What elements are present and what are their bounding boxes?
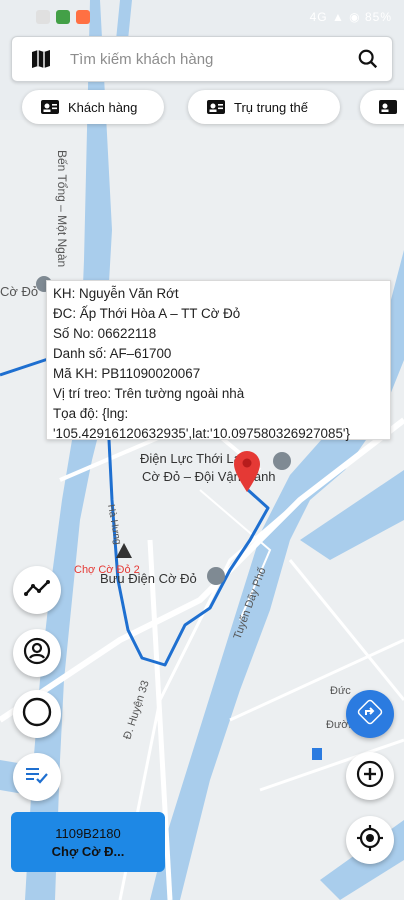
search-icon[interactable] <box>344 37 392 81</box>
poi-marker-icon <box>273 452 291 470</box>
map-view[interactable]: Bến Tổng – Một Ngàn Cờ Đỏ Điện Lực Thới … <box>0 0 404 900</box>
popup-meter-number: Số No: 06622118 <box>53 326 157 341</box>
status-bar: 4G ▲ ◉ 85% <box>0 0 404 34</box>
chip-tru-trung-the[interactable]: Trụ trung thế <box>188 90 340 124</box>
contact-card-icon <box>40 99 60 115</box>
search-bar <box>11 36 393 82</box>
popup-mount-location: Vị trí treo: Trên tường ngoài nhà <box>53 386 245 401</box>
station-code: 1109B2180 <box>55 825 121 841</box>
map-label-ben-tong: Bến Tổng – Một Ngàn <box>55 150 69 267</box>
customer-info-popup[interactable]: KH: Nguyễn Văn Rớt ĐC: Ấp Thới Hòa A – T… <box>46 280 391 441</box>
crosshair-icon <box>355 823 385 858</box>
poi-square-icon <box>312 748 322 760</box>
map-label-dien-luc: Điện Lực Thới Lai <box>140 451 244 466</box>
plus-circle-icon <box>356 760 384 793</box>
map-label-co-do: Cờ Đỏ <box>0 284 38 299</box>
add-button[interactable] <box>346 752 394 800</box>
directions-button[interactable] <box>346 690 394 738</box>
map-label-buu-dien: Bưu Điện Cờ Đỏ <box>100 571 197 586</box>
poi-marker-icon <box>207 567 225 585</box>
contact-card-icon <box>378 99 398 115</box>
app-notification-icon <box>76 10 90 24</box>
polyline-icon <box>24 578 50 603</box>
checklist-icon <box>25 765 49 790</box>
my-location-button[interactable] <box>346 816 394 864</box>
chip-more[interactable] <box>360 90 404 124</box>
popup-address: ĐC: Ấp Thới Hòa A – TT Cờ Đỏ <box>53 306 241 321</box>
route-button[interactable] <box>13 566 61 614</box>
circle-draw-button[interactable] <box>13 690 61 738</box>
popup-customer-code: Mã KH: PB11090020067 <box>53 366 201 381</box>
popup-coordinates-value: '105.42916120632935',lat:'10.09758032692… <box>53 426 350 441</box>
chip-label: Trụ trung thế <box>234 99 308 115</box>
map-label-duc: Đức <box>330 685 351 697</box>
chip-khach-hang[interactable]: Khách hàng <box>22 90 164 124</box>
contact-card-icon <box>206 99 226 115</box>
popup-customer-name: KH: Nguyễn Văn Rớt <box>53 286 179 301</box>
chip-label: Khách hàng <box>68 99 138 115</box>
checklist-button[interactable] <box>13 753 61 801</box>
circle-icon <box>22 697 52 732</box>
selected-station-card[interactable]: 1109B2180 Chợ Cờ Đ... <box>11 812 165 872</box>
status-info: 4G ▲ ◉ 85% <box>309 10 392 24</box>
popup-danh-so: Danh số: AF–61700 <box>53 346 172 361</box>
directions-icon <box>357 699 383 730</box>
station-name: Chợ Cờ Đ... <box>51 843 125 859</box>
app-notification-icon <box>56 10 70 24</box>
search-input[interactable] <box>70 50 344 68</box>
popup-coordinates-label: Tọa độ: {lng: <box>53 406 129 421</box>
user-icon <box>23 637 51 670</box>
app-notification-icon <box>36 10 50 24</box>
map-icon[interactable] <box>12 37 70 81</box>
profile-button[interactable] <box>13 629 61 677</box>
